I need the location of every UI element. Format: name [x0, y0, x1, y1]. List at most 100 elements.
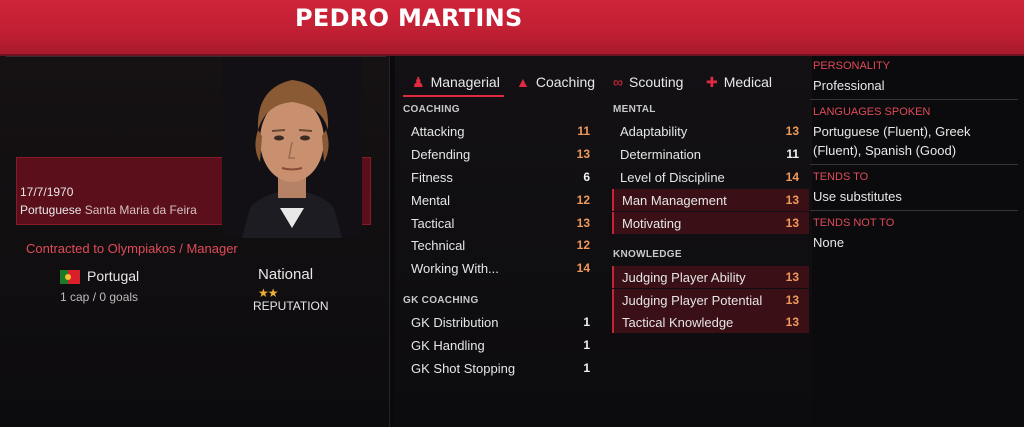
- section-coaching: COACHING: [403, 104, 460, 115]
- attribute-row[interactable]: GK Handling 1: [403, 334, 600, 356]
- attribute-label: Determination: [620, 146, 701, 162]
- tab-label: Scouting: [628, 74, 684, 90]
- attribute-row[interactable]: Level of Discipline 14: [612, 166, 809, 188]
- attribute-label: Motivating: [622, 215, 682, 231]
- attribute-row-highlighted[interactable]: Judging Player Potential 13: [612, 289, 809, 311]
- attribute-label: Working With...: [411, 260, 499, 276]
- title-bar: PEDRO MARTINS: [0, 0, 1024, 54]
- attribute-label: Attacking: [411, 123, 465, 139]
- reputation-label: REPUTATION: [253, 299, 329, 313]
- attribute-row-highlighted[interactable]: Motivating 13: [612, 212, 809, 234]
- tab-label: Medical: [723, 74, 772, 90]
- divider: [810, 164, 1018, 165]
- attribute-value: 13: [785, 193, 799, 207]
- tab-coaching[interactable]: ▲ Coaching: [516, 68, 595, 96]
- caps-goals: 1 cap / 0 goals: [60, 290, 139, 304]
- divider: [810, 99, 1018, 100]
- attribute-value: 11: [577, 124, 590, 138]
- attribute-label: GK Handling: [411, 337, 485, 353]
- attribute-row[interactable]: Tactical 13: [403, 212, 600, 234]
- attribute-label: Fitness: [411, 169, 453, 185]
- attribute-value: 13: [576, 147, 590, 161]
- languages-value: Portuguese (Fluent), Greek (Fluent), Spa…: [813, 124, 971, 158]
- attribute-label: Technical: [411, 237, 466, 253]
- attribute-row-highlighted[interactable]: Man Management 13: [612, 189, 809, 211]
- tab-label: Managerial: [430, 74, 500, 90]
- attribute-row-highlighted[interactable]: Tactical Knowledge 13: [612, 311, 809, 333]
- tab-managerial[interactable]: ♟ Managerial: [412, 68, 500, 96]
- personality-label: PERSONALITY: [813, 60, 891, 72]
- date-of-birth: 17/7/1970: [20, 185, 74, 199]
- attribute-value: 14: [576, 261, 590, 275]
- attribute-label: GK Shot Stopping: [411, 360, 516, 376]
- attribute-value: 11: [786, 147, 799, 161]
- attribute-value: 12: [576, 238, 590, 252]
- attribute-value: 13: [785, 216, 799, 230]
- attribute-value: 13: [576, 216, 590, 230]
- person-icon: ♟: [412, 73, 425, 90]
- divider: [810, 210, 1018, 211]
- active-tab-indicator: [403, 95, 504, 97]
- attribute-row[interactable]: Working With... 14: [403, 257, 600, 279]
- attribute-row[interactable]: Fitness 6: [403, 166, 600, 188]
- binoculars-icon: ∞: [613, 74, 623, 90]
- country-name[interactable]: Portugal: [87, 268, 139, 284]
- club-link[interactable]: Contracted to Olympiakos: [26, 241, 176, 256]
- nationality: Portuguese: [20, 203, 82, 217]
- attribute-row[interactable]: GK Shot Stopping 1: [403, 357, 600, 379]
- attribute-value: 13: [785, 270, 799, 284]
- tends-not-to-value: None: [813, 235, 845, 250]
- attribute-row[interactable]: Defending 13: [403, 143, 600, 165]
- attribute-row[interactable]: Adaptability 13: [612, 120, 809, 142]
- tab-label: Coaching: [535, 74, 596, 90]
- attribute-value: 6: [583, 170, 590, 184]
- attribute-label: Judging Player Potential: [622, 292, 763, 308]
- attribute-value: 13: [785, 293, 799, 307]
- reputation-stars-icon: ★★: [258, 286, 278, 300]
- tab-scouting[interactable]: ∞ Scouting: [613, 68, 683, 96]
- attribute-value: 1: [583, 315, 590, 329]
- attribute-label: Defending: [411, 146, 471, 162]
- attribute-row[interactable]: Mental 12: [403, 189, 600, 211]
- attribute-label: Level of Discipline: [620, 169, 725, 185]
- attribute-label: Man Management: [622, 192, 727, 208]
- contract-info[interactable]: Contracted to Olympiakos / Manager: [26, 241, 238, 256]
- attribute-label: GK Distribution: [411, 314, 499, 330]
- contract-separator: /: [179, 241, 183, 256]
- attribute-value: 14: [785, 170, 799, 184]
- cone-icon: ▲: [516, 74, 530, 90]
- personality-value: Professional: [813, 78, 885, 93]
- attribute-label: Mental: [411, 192, 451, 208]
- tends-to-label: TENDS TO: [813, 171, 869, 183]
- birthplace: Santa Maria da Feira: [84, 203, 197, 217]
- attribute-value: 13: [785, 124, 799, 138]
- attribute-value: 1: [583, 338, 590, 352]
- attribute-row[interactable]: Attacking 11: [403, 120, 600, 142]
- section-mental: MENTAL: [613, 104, 656, 115]
- attribute-value: 12: [576, 193, 590, 207]
- attribute-label: Judging Player Ability: [622, 269, 746, 285]
- reputation-level: National: [258, 266, 314, 283]
- attribute-row[interactable]: Determination 11: [612, 143, 809, 165]
- languages-label: LANGUAGES SPOKEN: [813, 106, 931, 118]
- attribute-row[interactable]: Technical 12: [403, 234, 600, 256]
- attribute-label: Tactical Knowledge: [622, 314, 734, 330]
- attribute-value: 1: [583, 361, 590, 375]
- person-name: PEDRO MARTINS: [295, 4, 523, 32]
- section-knowledge: KNOWLEDGE: [613, 249, 682, 260]
- attribute-label: Adaptability: [620, 123, 688, 139]
- nationality-line: Portuguese Santa Maria da Feira: [20, 203, 197, 217]
- portugal-flag-icon: [60, 270, 80, 284]
- attribute-row[interactable]: GK Distribution 1: [403, 311, 600, 333]
- manager-photo: [222, 58, 362, 238]
- tends-not-to-label: TENDS NOT TO: [813, 217, 895, 229]
- attribute-value: 13: [785, 315, 799, 329]
- section-gk-coaching: GK COACHING: [403, 295, 479, 306]
- attribute-row-highlighted[interactable]: Judging Player Ability 13: [612, 266, 809, 288]
- panel-border: [6, 56, 386, 57]
- tab-medical[interactable]: ✚ Medical: [706, 68, 772, 96]
- attribute-label: Tactical: [411, 215, 455, 231]
- role-label: Manager: [186, 241, 238, 256]
- tends-to-value: Use substitutes: [813, 189, 902, 204]
- medkit-icon: ✚: [706, 73, 718, 90]
